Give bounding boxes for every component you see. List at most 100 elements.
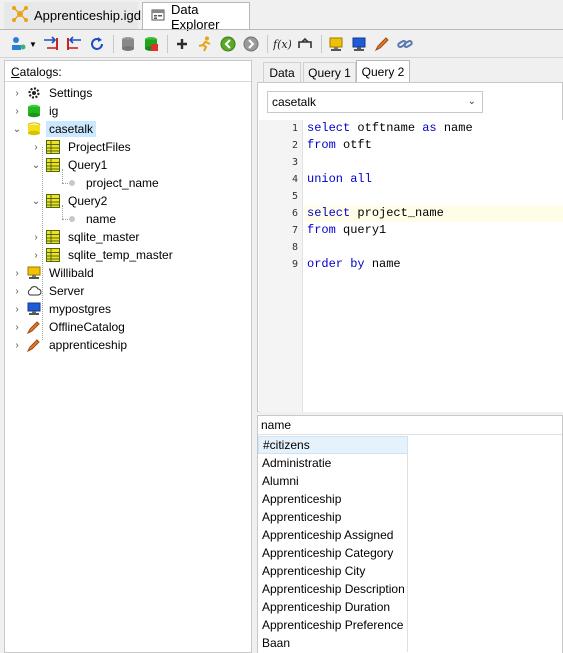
table-row[interactable]: Apprenticeship Assigned: [258, 526, 408, 544]
field-dot-icon: [69, 180, 75, 186]
line-number: 8: [291, 242, 298, 253]
table-cell: Apprenticeship Description: [262, 582, 405, 596]
code-line: order by name: [305, 256, 563, 273]
sql-keyword: union: [307, 172, 344, 186]
table-cell: Apprenticeship Duration: [262, 600, 391, 614]
line-number: 5: [291, 191, 298, 202]
back-icon[interactable]: [218, 34, 238, 54]
tree-item-willibald[interactable]: › Willibald: [11, 264, 97, 282]
forward-icon[interactable]: [241, 34, 261, 54]
table-row[interactable]: Apprenticeship Preference: [258, 616, 408, 634]
server-yellow-icon: [26, 265, 42, 281]
line-number-gutter: 1 2 3 4 5 6 7 8 9: [259, 120, 303, 412]
catalog-select[interactable]: casetalk ⌄: [267, 91, 483, 113]
tree-item-sqlite-temp-master[interactable]: › sqlite_temp_master: [30, 246, 176, 264]
monitor-icon: [26, 301, 42, 317]
tree-item-name[interactable]: name: [64, 210, 119, 228]
chevron-right-icon[interactable]: ›: [11, 88, 23, 99]
sql-keyword: by: [350, 257, 365, 271]
add-icon[interactable]: [172, 34, 192, 54]
database-green-icon: [26, 103, 42, 119]
table-row[interactable]: Apprenticeship Category: [258, 544, 408, 562]
code-line: from otft: [305, 137, 563, 154]
tree-item-mypostgres[interactable]: › mypostgres: [11, 300, 114, 318]
chevron-right-icon[interactable]: ›: [11, 286, 23, 297]
table-icon: [45, 157, 61, 173]
line-number: 3: [291, 157, 298, 168]
server-yellow-icon[interactable]: [326, 34, 346, 54]
refresh-icon[interactable]: [87, 34, 107, 54]
chevron-down-icon[interactable]: ⌄: [30, 160, 42, 171]
run-icon[interactable]: [195, 34, 215, 54]
monitor-icon[interactable]: [349, 34, 369, 54]
chevron-right-icon[interactable]: ›: [11, 340, 23, 351]
tree-item-project-name[interactable]: project_name: [64, 174, 162, 192]
sql-keyword: select: [307, 206, 351, 220]
tree-item-ig[interactable]: › ig: [11, 102, 61, 120]
table-icon: [45, 193, 61, 209]
chevron-down-icon[interactable]: ▼: [29, 40, 37, 49]
tab-query-1[interactable]: Query 1: [303, 62, 356, 82]
tree-item-sqlite-master[interactable]: › sqlite_master: [30, 228, 142, 246]
results-grid: name #citizens Administratie Alumni Apprent…: [257, 415, 563, 653]
code-line: from query1: [305, 222, 563, 239]
tree-item-query1[interactable]: ⌄ Query1: [30, 156, 110, 174]
sql-keyword: all: [350, 172, 372, 186]
network-icon: [12, 6, 28, 25]
swap-columns-icon[interactable]: [64, 34, 84, 54]
pencil-icon[interactable]: [372, 34, 392, 54]
chevron-right-icon[interactable]: ›: [30, 142, 42, 153]
connect-icon[interactable]: [9, 34, 29, 54]
table-row[interactable]: Apprenticeship Description: [258, 580, 408, 598]
link-icon[interactable]: [395, 34, 415, 54]
sql-text: project_name: [350, 206, 444, 220]
column-header-name[interactable]: name: [258, 416, 562, 435]
database-yellow-icon: [26, 121, 42, 137]
bracket-icon[interactable]: [295, 34, 315, 54]
table-row[interactable]: Alumni: [258, 472, 408, 490]
query-tabs: Data Query 1 Query 2: [257, 60, 563, 82]
table-row[interactable]: Apprenticeship: [258, 508, 408, 526]
tree-item-apprenticeship[interactable]: › apprenticeship: [11, 336, 130, 354]
table-row[interactable]: Apprenticeship City: [258, 562, 408, 580]
tab-data[interactable]: Data: [263, 62, 301, 82]
svg-text:f(x): f(x): [273, 38, 291, 51]
table-icon: [45, 229, 61, 245]
chevron-down-icon[interactable]: ⌄: [30, 196, 42, 207]
tree-item-offlinecatalog[interactable]: › OfflineCatalog: [11, 318, 128, 336]
table-row[interactable]: Apprenticeship: [258, 490, 408, 508]
chevron-right-icon[interactable]: ›: [30, 232, 42, 243]
table-row[interactable]: Apprenticeship Duration: [258, 598, 408, 616]
sql-editor[interactable]: 123456789 select otftname as name from ot…: [259, 120, 563, 412]
explorer-icon: [151, 8, 165, 25]
table-row[interactable]: #citizens: [258, 436, 408, 454]
sql-keyword: from: [307, 138, 336, 152]
tree-item-query2[interactable]: ⌄ Query2: [30, 192, 110, 210]
database-gray-icon[interactable]: [118, 34, 138, 54]
pencil-icon: [26, 319, 42, 335]
tab-data-explorer[interactable]: Data Explorer: [142, 2, 250, 32]
chevron-right-icon[interactable]: ›: [11, 106, 23, 117]
sql-keyword: select: [307, 121, 351, 135]
sql-keyword: from: [307, 223, 336, 237]
chevron-right-icon[interactable]: ›: [11, 268, 23, 279]
tab-apprenticeship-igd[interactable]: Apprenticeship.igd: [4, 2, 141, 30]
chevron-right-icon[interactable]: ›: [11, 304, 23, 315]
tab-query-2[interactable]: Query 2: [356, 60, 410, 82]
chevron-right-icon[interactable]: ›: [11, 322, 23, 333]
chevron-right-icon[interactable]: ›: [30, 250, 42, 261]
catalogs-label: Catalogs:: [11, 65, 62, 79]
tree-item-projectfiles[interactable]: › ProjectFiles: [30, 138, 134, 156]
tree-item-casetalk[interactable]: ⌄ casetalk: [11, 120, 97, 138]
function-icon[interactable]: f(x): [272, 34, 292, 54]
table-row[interactable]: Baan: [258, 634, 408, 652]
table-cell: Apprenticeship Category: [262, 546, 394, 560]
table-row[interactable]: Administratie: [258, 454, 408, 472]
gear-icon: [26, 85, 42, 101]
chevron-down-icon[interactable]: ⌄: [11, 124, 23, 135]
sql-keyword: as: [422, 121, 437, 135]
tree-item-settings[interactable]: › Settings: [11, 84, 95, 102]
database-add-icon[interactable]: [141, 34, 161, 54]
tree-item-server[interactable]: › Server: [11, 282, 87, 300]
add-column-icon[interactable]: [41, 34, 61, 54]
